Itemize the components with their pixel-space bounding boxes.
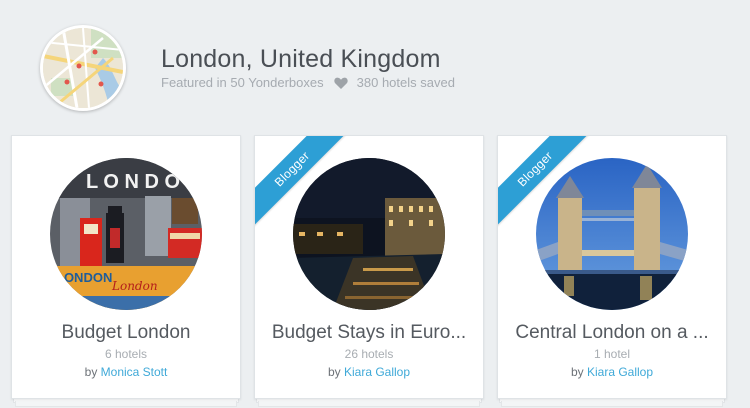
featured-count: Featured in 50 Yonderboxes xyxy=(161,75,324,90)
yonderbox-card[interactable]: Blogger Budget Stays in Euro... 26 hotel… xyxy=(254,135,484,399)
card-title[interactable]: Central London on a ... xyxy=(498,322,726,344)
london-souvenir-photo: L O N D O N LONDON London xyxy=(50,158,202,310)
card-author-line: by Kiara Gallop xyxy=(255,365,483,379)
card-title[interactable]: Budget London xyxy=(12,322,240,344)
location-stats: Featured in 50 Yonderboxes 380 hotels sa… xyxy=(161,75,455,90)
heart-icon xyxy=(333,77,348,89)
tower-bridge-photo xyxy=(536,158,688,310)
venice-night-photo xyxy=(293,158,445,310)
card-author-line: by Monica Stott xyxy=(12,365,240,379)
card-photo[interactable] xyxy=(293,158,445,310)
card-stack-edge xyxy=(15,401,237,407)
card-stack-edge xyxy=(258,401,480,407)
svg-text:LONDON: LONDON xyxy=(56,270,112,285)
author-link[interactable]: Monica Stott xyxy=(101,365,168,379)
svg-text:L O N D O N: L O N D O N xyxy=(86,171,200,193)
map-thumbnail[interactable] xyxy=(40,25,126,111)
card-photo[interactable] xyxy=(536,158,688,310)
hotel-count: 26 hotels xyxy=(344,347,394,361)
hotel-count: 6 hotels xyxy=(104,347,148,361)
saved-count: 380 hotels saved xyxy=(356,75,455,90)
card-author-line: by Kiara Gallop xyxy=(498,365,726,379)
author-link[interactable]: Kiara Gallop xyxy=(344,365,410,379)
location-header: London, United Kingdom Featured in 50 Yo… xyxy=(40,25,740,111)
svg-text:London: London xyxy=(111,279,158,293)
page: London, United Kingdom Featured in 50 Yo… xyxy=(0,0,750,408)
card-title[interactable]: Budget Stays in Euro... xyxy=(255,322,483,344)
map-image xyxy=(43,28,123,108)
card-stack-edge xyxy=(501,401,723,407)
yonderbox-card[interactable]: L O N D O N LONDON London Budget London … xyxy=(11,135,241,399)
by-label: by xyxy=(84,365,101,379)
author-link[interactable]: Kiara Gallop xyxy=(587,365,653,379)
by-label: by xyxy=(327,365,344,379)
page-title: London, United Kingdom xyxy=(161,45,441,73)
card-photo[interactable]: L O N D O N LONDON London xyxy=(50,158,202,310)
by-label: by xyxy=(570,365,587,379)
hotel-count: 1 hotel xyxy=(593,347,631,361)
yonderbox-card[interactable]: Blogger Central London on a ... 1 hotel … xyxy=(497,135,727,399)
